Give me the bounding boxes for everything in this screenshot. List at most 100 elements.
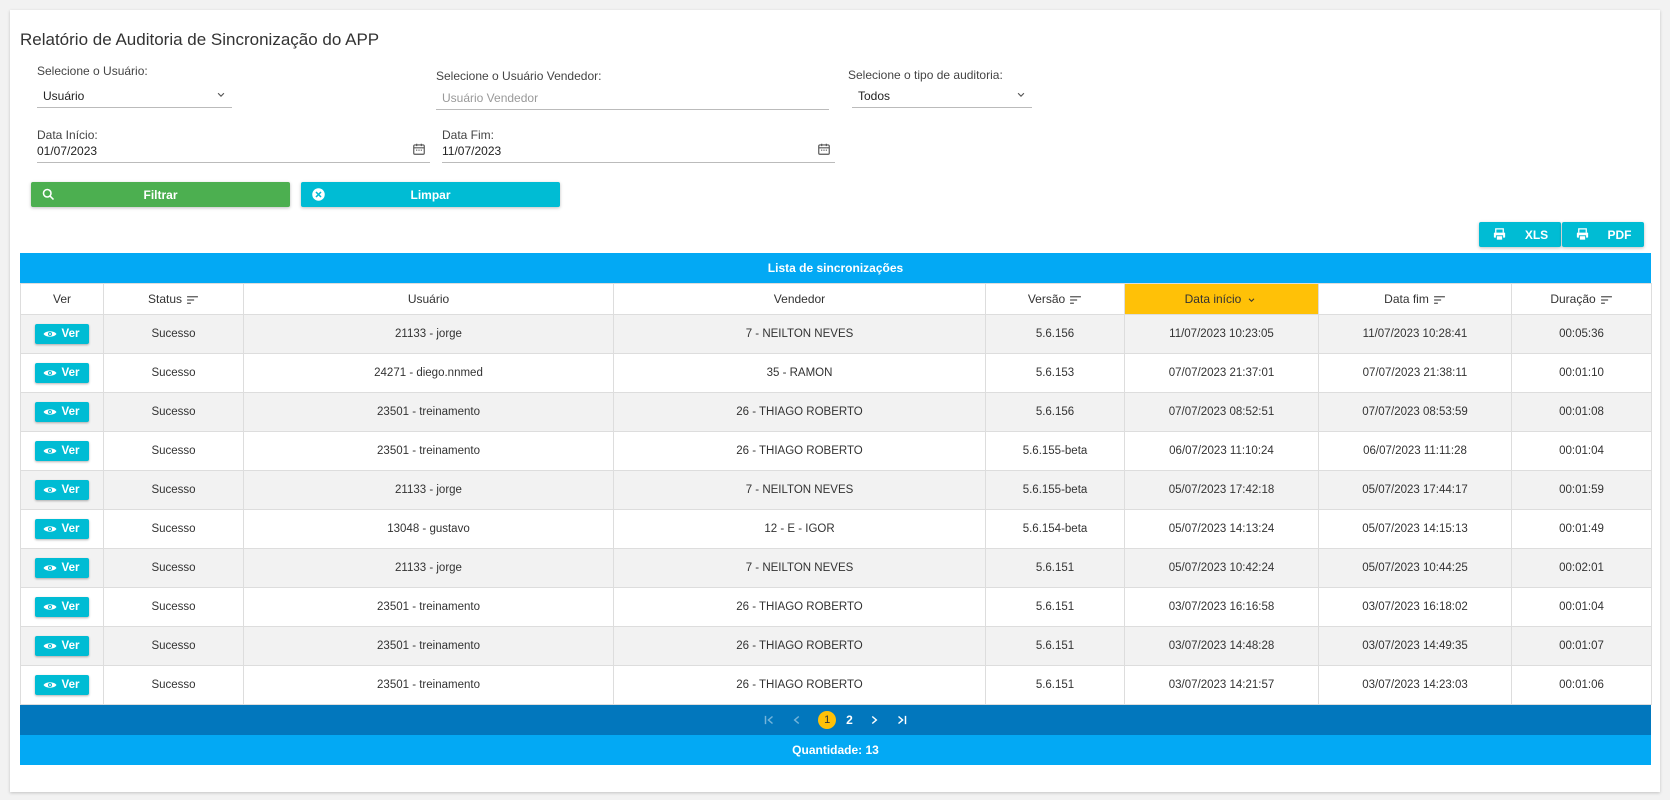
pdf-button[interactable]: PDF xyxy=(1562,222,1644,247)
calendar-icon[interactable] xyxy=(817,142,831,156)
table-cell: 07/07/2023 21:37:01 xyxy=(1124,353,1319,393)
view-button[interactable]: Ver xyxy=(34,519,90,539)
view-button-label: Ver xyxy=(61,406,80,418)
table-cell: 35 - RAMON xyxy=(613,353,986,393)
first-page-icon[interactable] xyxy=(762,713,776,727)
last-page-icon[interactable] xyxy=(895,713,909,727)
next-page-icon[interactable] xyxy=(867,713,881,727)
view-button[interactable]: Ver xyxy=(34,636,90,656)
table-row: Ver Sucesso 23501 - treinamento 26 - THIAGO… xyxy=(20,626,1652,666)
table-row: Ver Sucesso 21133 - jorge 7 - NEILTON NEVES… xyxy=(20,314,1652,354)
table-cell: 7 - NEILTON NEVES xyxy=(613,314,986,354)
column-header-label: Ver xyxy=(52,292,71,306)
view-button-label: Ver xyxy=(61,601,80,613)
view-cell: Ver xyxy=(20,470,104,510)
data-inicio-field[interactable]: 01/07/2023 xyxy=(37,141,430,163)
column-header[interactable]: Status xyxy=(103,283,244,315)
table-cell: 07/07/2023 08:52:51 xyxy=(1124,392,1319,432)
column-header-label: Usuário xyxy=(407,292,450,306)
view-button[interactable]: Ver xyxy=(34,441,90,461)
table-row: Ver Sucesso 23501 - treinamento 26 - THIAGO… xyxy=(20,392,1652,432)
column-header[interactable]: Usuário xyxy=(243,283,614,315)
column-header[interactable]: Data fim xyxy=(1318,283,1512,315)
sort-icon xyxy=(1600,295,1612,304)
table-cell: 05/07/2023 17:44:17 xyxy=(1318,470,1512,510)
table-cell: 26 - THIAGO ROBERTO xyxy=(613,431,986,471)
print-icon xyxy=(1576,228,1588,241)
table-row: Ver Sucesso 21133 - jorge 7 - NEILTON NEVES… xyxy=(20,470,1652,510)
table-cell: 00:05:36 xyxy=(1511,314,1652,354)
data-fim-label: Data Fim: xyxy=(442,128,495,142)
table-cell: 5.6.151 xyxy=(985,665,1125,705)
eye-icon xyxy=(43,370,56,376)
view-button-label: Ver xyxy=(61,562,80,574)
column-header-label: Status xyxy=(147,292,183,306)
view-cell: Ver xyxy=(20,665,104,705)
table-cell: 03/07/2023 14:48:28 xyxy=(1124,626,1319,666)
table-cell: 23501 - treinamento xyxy=(243,626,614,666)
data-inicio-label: Data Início: xyxy=(37,128,98,142)
sync-table: Ver Status Usuário Vendedor Versão Data iníci… xyxy=(20,283,1652,705)
table-cell: 23501 - treinamento xyxy=(243,665,614,705)
tipo-auditoria-label: Selecione o tipo de auditoria: xyxy=(848,68,1003,82)
page-1-button[interactable]: 1 xyxy=(818,711,837,729)
table-cell: Sucesso xyxy=(103,509,244,549)
sync-table-container: Lista de sincronizações Ver Status Usuário… xyxy=(20,253,1652,765)
table-cell: 23501 - treinamento xyxy=(243,587,614,627)
table-row: Ver Sucesso 21133 - jorge 7 - NEILTON NEVES… xyxy=(20,548,1652,588)
view-cell: Ver xyxy=(20,392,104,432)
eye-icon xyxy=(43,643,56,649)
vendedor-input[interactable]: Usuário Vendedor xyxy=(436,88,829,110)
clear-icon xyxy=(312,188,325,201)
table-cell: 05/07/2023 14:15:13 xyxy=(1318,509,1512,549)
table-cell: 5.6.156 xyxy=(985,314,1125,354)
calendar-icon[interactable] xyxy=(412,142,426,156)
view-button-label: Ver xyxy=(61,640,80,652)
prev-page-icon[interactable] xyxy=(790,713,804,727)
view-button[interactable]: Ver xyxy=(34,480,90,500)
pagination: 1 2 xyxy=(20,705,1651,735)
table-cell: 00:02:01 xyxy=(1511,548,1652,588)
table-cell: 07/07/2023 21:38:11 xyxy=(1318,353,1512,393)
column-header-label: Vendedor xyxy=(773,292,826,306)
page-2-button[interactable]: 2 xyxy=(846,713,853,727)
view-button[interactable]: Ver xyxy=(34,558,90,578)
view-cell: Ver xyxy=(20,431,104,471)
column-header[interactable]: Vendedor xyxy=(613,283,986,315)
search-icon xyxy=(42,188,55,201)
print-icon xyxy=(1493,228,1505,241)
column-header-label: Versão xyxy=(1027,292,1066,306)
data-fim-field[interactable]: 11/07/2023 xyxy=(442,141,835,163)
column-header[interactable]: Versão xyxy=(985,283,1125,315)
view-cell: Ver xyxy=(20,548,104,588)
eye-icon xyxy=(43,682,56,688)
view-button[interactable]: Ver xyxy=(34,675,90,695)
table-cell: 7 - NEILTON NEVES xyxy=(613,548,986,588)
table-cell: 5.6.155-beta xyxy=(985,470,1125,510)
view-button[interactable]: Ver xyxy=(34,363,90,383)
column-header[interactable]: Duração xyxy=(1511,283,1652,315)
view-button[interactable]: Ver xyxy=(34,402,90,422)
table-cell: 03/07/2023 14:21:57 xyxy=(1124,665,1319,705)
table-cell: 00:01:04 xyxy=(1511,431,1652,471)
table-cell: 24271 - diego.nnmed xyxy=(243,353,614,393)
limpar-button[interactable]: Limpar xyxy=(301,182,560,207)
table-cell: Sucesso xyxy=(103,470,244,510)
view-button[interactable]: Ver xyxy=(34,597,90,617)
table-cell: 03/07/2023 14:49:35 xyxy=(1318,626,1512,666)
view-cell: Ver xyxy=(20,314,104,354)
column-header[interactable]: Data início xyxy=(1124,283,1319,315)
table-header-row: Ver Status Usuário Vendedor Versão Data iníci… xyxy=(20,283,1652,315)
table-cell: Sucesso xyxy=(103,587,244,627)
filtrar-button[interactable]: Filtrar xyxy=(31,182,290,207)
table-cell: 5.6.153 xyxy=(985,353,1125,393)
data-fim-value: 11/07/2023 xyxy=(442,144,502,158)
table-cell: 07/07/2023 08:53:59 xyxy=(1318,392,1512,432)
table-cell: 5.6.151 xyxy=(985,587,1125,627)
view-button[interactable]: Ver xyxy=(34,324,90,344)
usuario-select[interactable]: Usuário xyxy=(37,86,232,108)
column-header-label: Data início xyxy=(1184,292,1242,306)
xls-button[interactable]: XLS xyxy=(1479,222,1561,247)
eye-icon xyxy=(43,487,56,493)
tipo-auditoria-select[interactable]: Todos xyxy=(852,86,1032,108)
